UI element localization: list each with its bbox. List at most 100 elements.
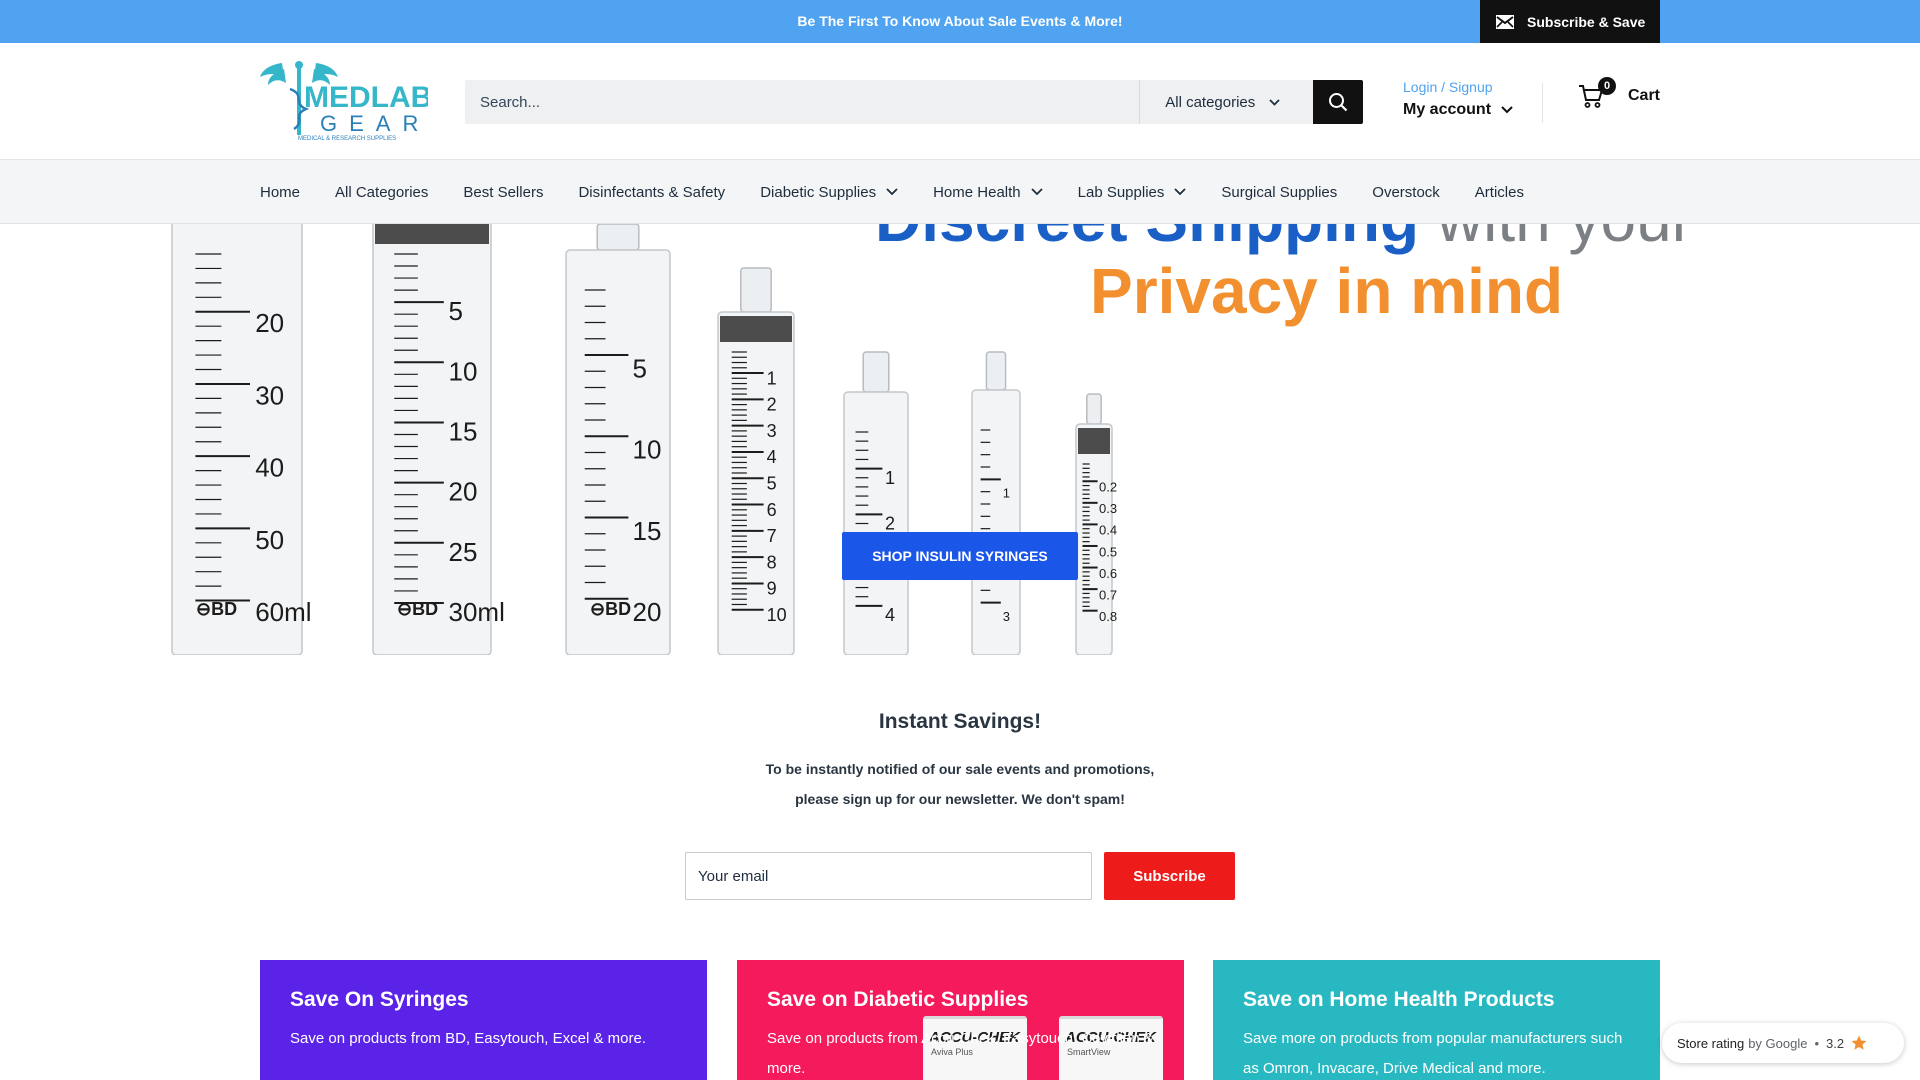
login-signup-link[interactable]: Login / Signup bbox=[1403, 79, 1513, 95]
syringe-barrel bbox=[843, 391, 909, 655]
newsletter-title: Instant Savings! bbox=[878, 710, 1042, 733]
promo-card-diabetic[interactable]: ACCU-CHEK Aviva Plus ACCU-CHEK SmartView… bbox=[737, 960, 1184, 1080]
syringe-scale-label: 8 bbox=[767, 552, 777, 572]
syringe-scale-label: 40 bbox=[255, 453, 284, 483]
syringe-scale-label: 2 bbox=[767, 395, 777, 415]
shop-insulin-syringes-button[interactable]: SHOP INSULIN SYRINGES bbox=[842, 532, 1078, 580]
promo-card-syringes[interactable]: Save On Syringes Save on products from B… bbox=[260, 960, 707, 1080]
nav-item-label: Home Health bbox=[933, 183, 1021, 201]
nav-item-home-health[interactable]: Home Health bbox=[933, 184, 1043, 201]
syringe-scale-label: 6 bbox=[767, 500, 777, 520]
chevron-down-icon bbox=[1031, 188, 1043, 196]
store-rating-badge[interactable]: Store rating by Google • 3.2 bbox=[1662, 1023, 1904, 1063]
chevron-down-icon bbox=[1174, 188, 1187, 196]
main-nav: Home All Categories Best Sellers Disinfecta… bbox=[0, 160, 1920, 224]
store-rating-score: 3.2 bbox=[1826, 1035, 1845, 1051]
search-input[interactable] bbox=[465, 80, 1140, 124]
syringe-scale-label: 15 bbox=[449, 417, 478, 447]
promo-card-title: Save on Home Health Products bbox=[1243, 988, 1555, 1011]
promo-card-desc: Save more on products from popular manuf… bbox=[1243, 1030, 1623, 1077]
nav-item-label: Articles bbox=[1474, 183, 1524, 201]
nav-item-label: Diabetic Supplies bbox=[760, 183, 877, 201]
syringe-scale-label: 0.4 bbox=[1099, 523, 1117, 538]
search-bar: All categories bbox=[465, 80, 1363, 124]
promo-card-desc: Save on products from BD, Easytouch, Exc… bbox=[290, 1030, 646, 1047]
syringe-scale-label: 3 bbox=[767, 421, 777, 441]
syringe-scale-label: 60ml bbox=[255, 597, 311, 627]
syringe-scale-label: 25 bbox=[449, 537, 478, 567]
syringe-tip bbox=[740, 267, 772, 313]
syringe-scale-label: 20 bbox=[633, 597, 662, 627]
search-button[interactable] bbox=[1313, 80, 1363, 124]
syringe-scale-label: 0.7 bbox=[1099, 587, 1117, 602]
nav-item-label: Best Sellers bbox=[463, 183, 544, 201]
syringe-scale-label: 10 bbox=[767, 605, 787, 625]
nav-item-label: Home bbox=[260, 183, 301, 201]
svg-text:GEAR: GEAR bbox=[320, 111, 428, 136]
category-select[interactable]: All categories bbox=[1139, 80, 1314, 124]
newsletter-form: Subscribe bbox=[685, 852, 1235, 900]
nav-item-label: Disinfectants & Safety bbox=[578, 183, 726, 201]
cart-count-badge: 0 bbox=[1598, 77, 1616, 95]
nav-item-disinfectants-safety[interactable]: Disinfectants & Safety bbox=[578, 184, 725, 201]
nav-item-all-categories[interactable]: All Categories bbox=[335, 184, 428, 201]
nav-item-label: All Categories bbox=[335, 183, 429, 201]
newsletter-text-line-2: please sign up for our newsletter. We do… bbox=[795, 791, 1125, 807]
syringe-scale-label: 5 bbox=[633, 353, 647, 383]
newsletter-section: Instant Savings! To be instantly notifie… bbox=[0, 710, 1920, 814]
nav-item-lab-supplies[interactable]: Lab Supplies bbox=[1078, 184, 1187, 201]
store-rating-label: Store rating bbox=[1677, 1035, 1745, 1051]
syringe-tip bbox=[1086, 393, 1102, 425]
my-account-label: My account bbox=[1403, 101, 1492, 118]
syringe-scale-label: 0.2 bbox=[1099, 480, 1117, 495]
email-field[interactable] bbox=[685, 852, 1092, 900]
syringe-tip bbox=[985, 351, 1007, 391]
svg-text:MEDICAL & RESEARCH SUPPLIES: MEDICAL & RESEARCH SUPPLIES bbox=[298, 136, 396, 142]
subscribe-save-label: Subscribe & Save bbox=[1527, 13, 1646, 30]
star-icon bbox=[1851, 1035, 1867, 1050]
nav-item-articles[interactable]: Articles bbox=[1475, 184, 1524, 201]
nav-item-label: Overstock bbox=[1372, 183, 1440, 201]
cart-button[interactable]: 0 Cart bbox=[1578, 77, 1661, 109]
my-account-dropdown[interactable]: My account bbox=[1403, 101, 1513, 119]
account-menu: Login / Signup My account bbox=[1403, 79, 1513, 119]
nav-item-label: Surgical Supplies bbox=[1221, 183, 1338, 201]
hero-headline: Discreet Shipping with your bbox=[875, 224, 1693, 256]
cart-label: Cart bbox=[1628, 87, 1661, 104]
separator-dot: • bbox=[1814, 1035, 1820, 1051]
promo-card-home-health[interactable]: Save on Home Health Products Save more o… bbox=[1213, 960, 1660, 1080]
syringe-scale-label: 15 bbox=[633, 516, 662, 546]
syringe-scale-label: 0.6 bbox=[1099, 566, 1117, 581]
syringe-scale-label: 0.5 bbox=[1099, 544, 1117, 559]
subscribe-button[interactable]: Subscribe bbox=[1104, 852, 1235, 900]
promo-card-title: Save on Diabetic Supplies bbox=[767, 988, 1029, 1011]
syringe-barrel bbox=[717, 311, 795, 655]
mail-icon bbox=[1496, 14, 1514, 29]
nav-item-home[interactable]: Home bbox=[260, 184, 300, 201]
subscribe-save-button[interactable]: Subscribe & Save bbox=[1480, 0, 1660, 43]
syringe-tip bbox=[596, 224, 640, 251]
store-rating-source: by Google bbox=[1748, 1035, 1808, 1051]
syringe-scale-label: 7 bbox=[767, 526, 777, 546]
nav-item-best-sellers[interactable]: Best Sellers bbox=[463, 184, 543, 201]
bd-brand-mark: ⊖BD bbox=[397, 599, 438, 619]
medlab-gear-logo[interactable]: MEDLAB GEAR MEDICAL & RESEARCH SUPPLIES bbox=[258, 59, 428, 143]
promo-card-title: Save On Syringes bbox=[290, 988, 469, 1011]
bd-brand-mark: ⊖BD bbox=[590, 599, 631, 619]
syringe-scale-label: 1 bbox=[767, 368, 777, 388]
syringe-scale-label: 20 bbox=[449, 477, 478, 507]
chevron-down-icon bbox=[1269, 98, 1280, 106]
syringe-scale-label: 50 bbox=[255, 525, 284, 555]
site-header: MEDLAB GEAR MEDICAL & RESEARCH SUPPLIES … bbox=[0, 43, 1920, 160]
syringe-scale-label: 3 bbox=[1003, 609, 1010, 624]
nav-list: Home All Categories Best Sellers Disinfecta… bbox=[260, 160, 1559, 224]
syringe-scale-label: 10 bbox=[449, 356, 478, 386]
nav-item-overstock[interactable]: Overstock bbox=[1372, 184, 1440, 201]
syringe-scale-label: 30ml bbox=[449, 597, 505, 627]
syringe-scale-label: 9 bbox=[767, 579, 777, 599]
syringe-plunger bbox=[375, 224, 489, 244]
hero-headline-grey: with your bbox=[1437, 224, 1693, 255]
nav-item-diabetic-supplies[interactable]: Diabetic Supplies bbox=[760, 184, 898, 201]
nav-item-surgical-supplies[interactable]: Surgical Supplies bbox=[1221, 184, 1337, 201]
syringe-tip bbox=[862, 351, 890, 393]
